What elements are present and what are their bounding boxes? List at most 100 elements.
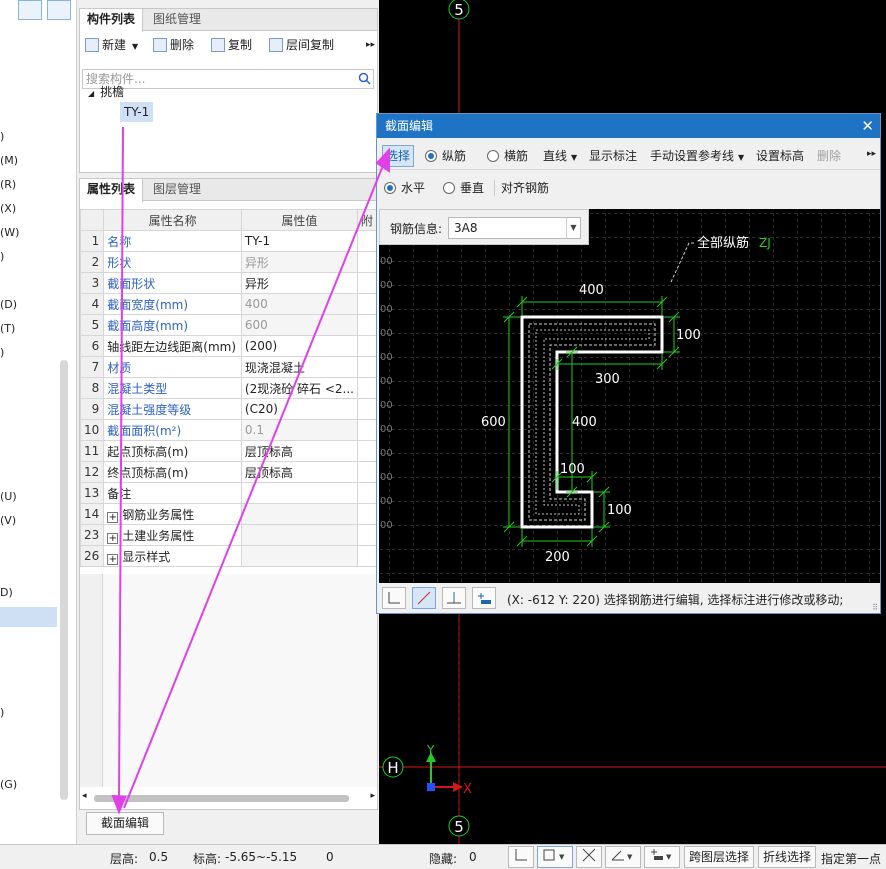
ortho-icon[interactable] [508, 846, 534, 868]
table-row[interactable]: 26 + 显示样式 [79, 545, 378, 567]
strip-item[interactable]: (M) [0, 154, 18, 167]
tab-layer-management[interactable]: 图层管理 [146, 179, 208, 201]
search-icon[interactable] [358, 72, 371, 85]
grid-view-icon[interactable] [47, 0, 71, 20]
strip-item[interactable]: ) [0, 346, 4, 359]
table-row[interactable]: 11 起点顶标高(m) 层顶标高 [79, 440, 378, 462]
property-value-cell[interactable]: 600 [240, 314, 358, 336]
table-row[interactable]: 7 材质 现浇混凝土 [79, 356, 378, 378]
table-row[interactable]: 4 截面宽度(mm) 400 [79, 293, 378, 315]
property-value-cell[interactable]: (2现浇砼 碎石 <2... [240, 377, 358, 399]
horizontal-scrollbar[interactable]: ◂ ▸ [82, 791, 375, 805]
angle-icon[interactable]: ▼ [605, 846, 641, 868]
property-value-cell[interactable]: (200) [240, 335, 358, 357]
dialog-titlebar[interactable]: 截面编辑 ✕ [377, 114, 880, 138]
cross-layer-select-button[interactable]: 跨图层选择 [684, 846, 755, 868]
add-point-icon[interactable] [472, 587, 496, 609]
strip-selected-row[interactable] [0, 607, 57, 627]
table-row[interactable]: 6 轴线距左边线距离(mm) (200) [79, 335, 378, 357]
strip-item[interactable]: (U) [0, 490, 17, 503]
strip-item[interactable]: D) [0, 586, 13, 599]
tree-collapse-icon[interactable]: ◢ [88, 89, 94, 98]
component-search-input[interactable] [82, 69, 374, 89]
table-row[interactable]: 23 + 土建业务属性 [79, 524, 378, 546]
select-button[interactable]: 选择 [382, 145, 415, 167]
section-edit-button[interactable]: 截面编辑 [86, 812, 164, 835]
chevron-down-icon[interactable]: ▼ [132, 42, 138, 51]
add-point-icon[interactable]: ▼ [644, 846, 680, 868]
strip-item[interactable]: (X) [0, 202, 16, 215]
resize-grip-icon[interactable]: ⠿ [872, 603, 878, 612]
tab-property-list[interactable]: 属性列表 [80, 179, 144, 202]
table-row[interactable]: 9 混凝土强度等级 (C20) [79, 398, 378, 420]
property-value-cell[interactable] [240, 524, 358, 546]
expand-icon[interactable]: + [107, 511, 119, 523]
property-value-cell[interactable]: 层顶标高 [240, 461, 358, 483]
more-icon[interactable]: ▸▸ [867, 143, 876, 165]
strip-item[interactable]: ) [0, 130, 4, 143]
expand-icon[interactable]: + [107, 553, 119, 565]
property-value-cell[interactable]: 异形 [240, 272, 358, 294]
property-value-cell[interactable] [240, 503, 358, 525]
table-row[interactable]: 5 截面高度(mm) 600 [79, 314, 378, 336]
table-row[interactable]: 3 截面形状 异形 [79, 272, 378, 294]
scroll-right-icon[interactable]: ▸ [370, 791, 375, 801]
list-view-icon[interactable] [18, 0, 42, 20]
scroll-thumb[interactable] [94, 795, 349, 802]
horizontal-radio[interactable]: 水平 [384, 177, 425, 199]
manual-reference-dropdown[interactable]: 手动设置参考线 ▼ [650, 145, 744, 167]
tree-group[interactable]: ◢ 挑檐 [88, 83, 124, 100]
close-icon[interactable]: ✕ [861, 114, 874, 138]
new-button[interactable]: 新建 ▼ [85, 34, 138, 56]
property-value-cell[interactable] [240, 545, 358, 567]
ortho-toggle-icon[interactable] [382, 587, 406, 609]
floor-copy-button[interactable]: 层间复制 [269, 34, 334, 56]
polyline-select-button[interactable]: 折线选择 [758, 846, 817, 868]
set-elevation-button[interactable]: 设置标高 [756, 145, 804, 167]
vertical-radio[interactable]: 垂直 [443, 177, 484, 199]
strip-item[interactable]: ) [0, 706, 4, 719]
tab-component-list[interactable]: 构件列表 [80, 9, 144, 32]
strip-item[interactable]: (G) [0, 778, 17, 791]
table-row[interactable]: 8 混凝土类型 (2现浇砼 碎石 <2... [79, 377, 378, 399]
table-row[interactable]: 2 形状 异形 [79, 251, 378, 273]
longitudinal-radio[interactable]: 纵筋 [425, 145, 466, 167]
table-row[interactable]: 12 终点顶标高(m) 层顶标高 [79, 461, 378, 483]
property-value-cell[interactable]: (C20) [240, 398, 358, 420]
property-value-cell[interactable]: 400 [240, 293, 358, 315]
table-row[interactable]: 10 截面面积(m²) 0.1 [79, 419, 378, 441]
rebar-info-select[interactable]: 3A8 ▼ [448, 217, 581, 239]
line-dropdown[interactable]: 直线 ▼ [543, 145, 577, 167]
strip-item[interactable]: (T) [0, 322, 15, 335]
property-value-cell[interactable] [240, 482, 358, 504]
property-value-cell[interactable]: 现浇混凝土 [240, 356, 358, 378]
more-icon[interactable]: ▸▸ [366, 34, 375, 56]
strip-scrollbar[interactable] [60, 360, 68, 800]
tab-drawing-management[interactable]: 图纸管理 [146, 9, 208, 31]
cross-select-icon[interactable] [576, 846, 602, 868]
strip-item[interactable]: (R) [0, 178, 16, 191]
copy-button[interactable]: 复制 [211, 34, 252, 56]
table-row[interactable]: 1 名称 TY-1 [79, 230, 378, 252]
align-rebar-button[interactable]: 对齐钢筋 [501, 177, 549, 199]
strip-item[interactable]: (D) [0, 298, 17, 311]
property-value-cell[interactable]: 异形 [240, 251, 358, 273]
property-value-cell[interactable]: TY-1 [240, 230, 358, 252]
delete-button-disabled[interactable]: 删除 [817, 145, 841, 167]
table-row[interactable]: 14 + 钢筋业务属性 [79, 503, 378, 525]
show-label-button[interactable]: 显示标注 [589, 145, 637, 167]
snap-line-icon[interactable] [412, 587, 436, 609]
chevron-down-icon[interactable]: ▼ [566, 218, 580, 238]
expand-icon[interactable]: + [107, 532, 119, 544]
table-row[interactable]: 13 备注 [79, 482, 378, 504]
strip-item[interactable]: (W) [0, 226, 19, 239]
transverse-radio[interactable]: 横筋 [487, 145, 528, 167]
strip-item[interactable]: (V) [0, 514, 16, 527]
tree-item-ty-1[interactable]: TY-1 [120, 102, 154, 122]
select-mode-icon[interactable]: ▼ [537, 846, 573, 868]
scroll-left-icon[interactable]: ◂ [82, 791, 87, 801]
delete-button[interactable]: 删除 [153, 34, 194, 56]
section-canvas[interactable]: 00 00 00 00 00 00 00 00 00 00 00 00 400 … [379, 209, 880, 583]
perpendicular-icon[interactable] [442, 587, 466, 609]
strip-item[interactable]: ) [0, 250, 4, 263]
